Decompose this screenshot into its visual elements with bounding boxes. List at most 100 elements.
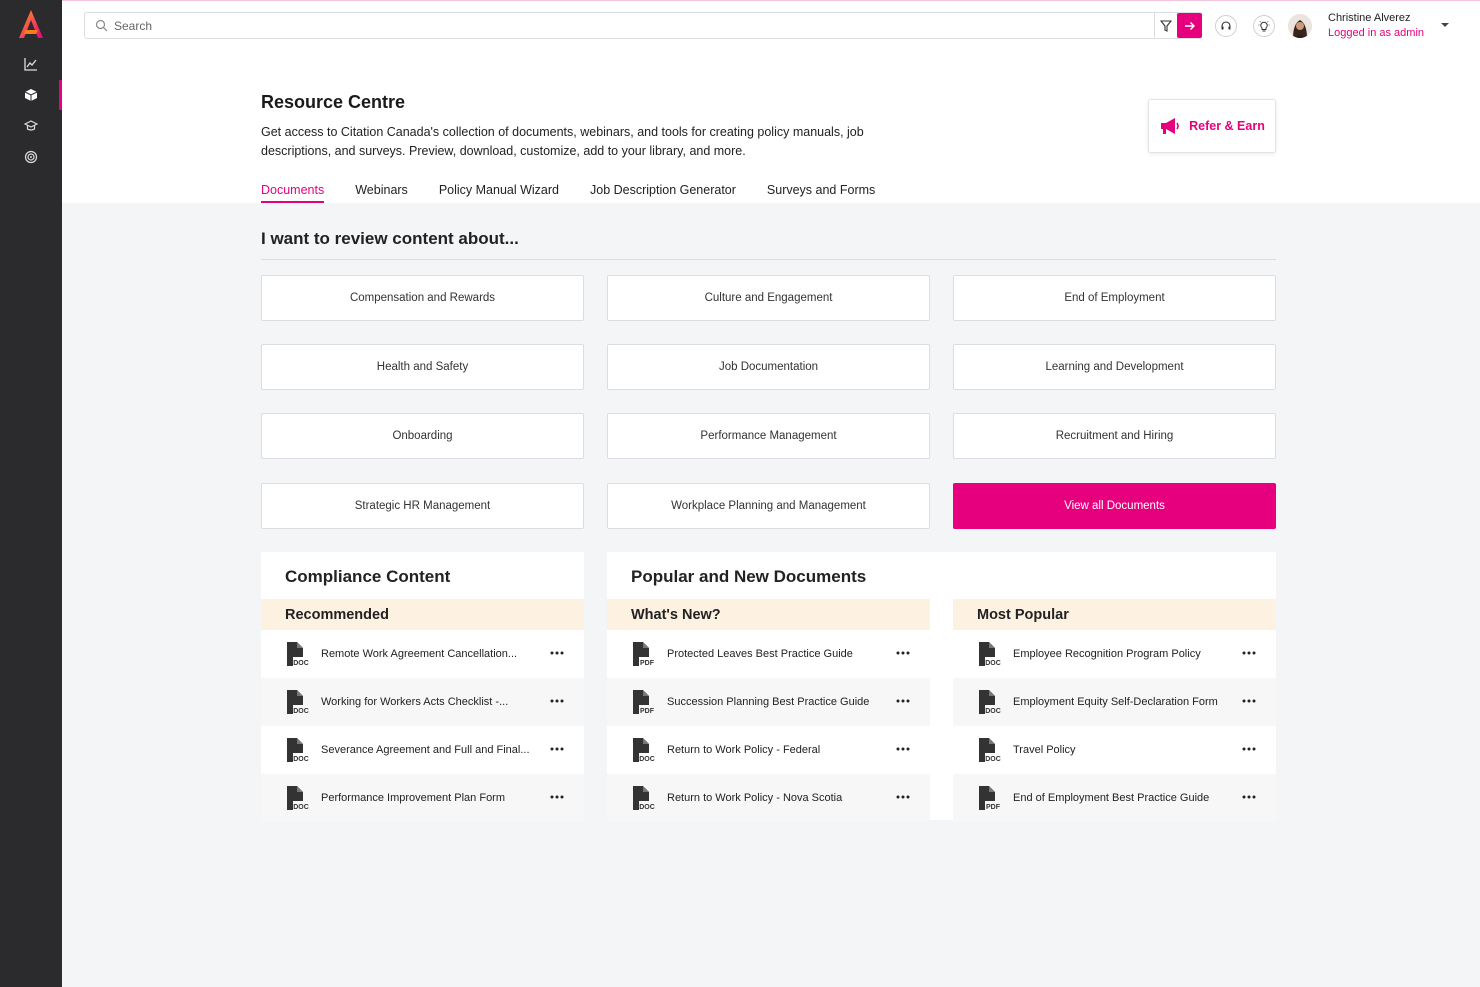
document-title: Return to Work Policy - Nova Scotia: [667, 792, 843, 804]
list-item[interactable]: DOC Employee Recognition Program Policy: [953, 630, 1276, 678]
doc-file-icon: DOC: [979, 690, 1001, 715]
list-item[interactable]: PDF Protected Leaves Best Practice Guide: [607, 630, 930, 678]
more-options-icon[interactable]: [550, 792, 564, 802]
category-button[interactable]: Performance Management: [607, 413, 930, 459]
chevron-down-icon[interactable]: [1440, 21, 1450, 29]
category-button[interactable]: Learning and Development: [953, 344, 1276, 390]
refer-earn-label: Refer & Earn: [1189, 119, 1265, 133]
more-options-icon[interactable]: [896, 744, 910, 754]
user-name: Christine Alverez: [1328, 12, 1411, 24]
category-button[interactable]: Onboarding: [261, 413, 584, 459]
list-item[interactable]: DOC Return to Work Policy - Nova Scotia: [607, 774, 930, 822]
document-title: Working for Workers Acts Checklist -...: [321, 696, 509, 708]
pdf-file-icon: PDF: [979, 786, 1001, 811]
sidebar-item-learning[interactable]: [0, 111, 62, 141]
document-title: Employee Recognition Program Policy: [1013, 648, 1201, 660]
page-header: Resource Centre Get access to Citation C…: [62, 49, 1480, 203]
doc-file-icon: DOC: [287, 738, 309, 763]
tab-surveys-and-forms[interactable]: Surveys and Forms: [767, 183, 875, 203]
popular-new-panel: Popular and New Documents What's New? Mo…: [607, 552, 1276, 822]
tab-job-description-generator[interactable]: Job Description Generator: [590, 183, 736, 203]
avatar[interactable]: [1288, 14, 1312, 38]
doc-file-icon: DOC: [633, 786, 655, 811]
search-input[interactable]: [114, 18, 1201, 33]
view-all-documents-button[interactable]: View all Documents: [953, 483, 1276, 529]
category-button[interactable]: Strategic HR Management: [261, 483, 584, 529]
list-item[interactable]: PDF End of Employment Best Practice Guid…: [953, 774, 1276, 822]
more-options-icon[interactable]: [1242, 792, 1256, 802]
svg-text:DOC: DOC: [293, 660, 309, 667]
box-icon: [24, 89, 38, 101]
headset-icon: [1221, 21, 1231, 30]
category-button[interactable]: Job Documentation: [607, 344, 930, 390]
document-title: Employment Equity Self-Declaration Form: [1013, 696, 1218, 708]
document-title: Performance Improvement Plan Form: [321, 792, 506, 804]
filter-icon: [1160, 19, 1172, 32]
chart-line-icon: [24, 58, 37, 71]
svg-text:DOC: DOC: [293, 708, 309, 715]
category-button[interactable]: Health and Safety: [261, 344, 584, 390]
svg-text:DOC: DOC: [985, 756, 1001, 763]
compliance-panel: Compliance Content Recommended DOC Remot…: [261, 552, 584, 822]
tab-webinars[interactable]: Webinars: [355, 183, 408, 203]
whats-new-subhead: What's New?: [607, 599, 930, 630]
svg-text:DOC: DOC: [985, 660, 1001, 667]
review-section-title: I want to review content about...: [261, 229, 519, 248]
svg-text:DOC: DOC: [293, 804, 309, 811]
document-title: Return to Work Policy - Federal: [667, 744, 821, 756]
doc-file-icon: DOC: [979, 642, 1001, 667]
more-options-icon[interactable]: [1242, 744, 1256, 754]
more-options-icon[interactable]: [1242, 648, 1256, 658]
top-bar: Christine Alverez Logged in as admin: [62, 0, 1480, 49]
tab-policy-manual-wizard[interactable]: Policy Manual Wizard: [439, 183, 559, 203]
doc-file-icon: DOC: [979, 738, 1001, 763]
document-title: Protected Leaves Best Practice Guide: [667, 648, 853, 660]
tab-bar: Documents Webinars Policy Manual Wizard …: [261, 183, 875, 203]
sidebar-item-analytics[interactable]: [0, 49, 62, 79]
megaphone-icon: [1161, 118, 1179, 134]
more-options-icon[interactable]: [1242, 696, 1256, 706]
category-button[interactable]: Recruitment and Hiring: [953, 413, 1276, 459]
tab-documents[interactable]: Documents: [261, 183, 325, 203]
list-item[interactable]: DOC Severance Agreement and Full and Fin…: [261, 726, 584, 774]
compliance-title: Compliance Content: [285, 567, 451, 586]
divider: [261, 259, 1276, 260]
category-button[interactable]: Culture and Engagement: [607, 275, 930, 321]
more-options-icon[interactable]: [896, 696, 910, 706]
category-button[interactable]: Workplace Planning and Management: [607, 483, 930, 529]
doc-file-icon: DOC: [633, 738, 655, 763]
list-item[interactable]: DOC Employment Equity Self-Declaration F…: [953, 678, 1276, 726]
support-button[interactable]: [1215, 15, 1237, 37]
svg-text:DOC: DOC: [639, 804, 655, 811]
category-button[interactable]: Compensation and Rewards: [261, 275, 584, 321]
list-item[interactable]: DOC Working for Workers Acts Checklist -…: [261, 678, 584, 726]
more-options-icon[interactable]: [550, 744, 564, 754]
refer-earn-button[interactable]: Refer & Earn: [1148, 99, 1276, 153]
document-title: Remote Work Agreement Cancellation...: [321, 648, 518, 660]
list-item[interactable]: DOC Performance Improvement Plan Form: [261, 774, 584, 822]
more-options-icon[interactable]: [550, 648, 564, 658]
list-item[interactable]: DOC Remote Work Agreement Cancellation..…: [261, 630, 584, 678]
user-role: Logged in as admin: [1328, 27, 1425, 39]
app-logo[interactable]: [16, 8, 46, 40]
more-options-icon[interactable]: [550, 696, 564, 706]
svg-text:PDF: PDF: [640, 708, 655, 715]
search-submit-button[interactable]: [1177, 13, 1202, 38]
ideas-button[interactable]: [1253, 15, 1275, 37]
category-button[interactable]: End of Employment: [953, 275, 1276, 321]
sidebar-item-resources[interactable]: [0, 80, 62, 110]
recommended-subhead: Recommended: [261, 599, 584, 630]
pdf-file-icon: PDF: [633, 690, 655, 715]
list-item[interactable]: PDF Succession Planning Best Practice Gu…: [607, 678, 930, 726]
sidebar-item-goals[interactable]: [0, 142, 62, 172]
more-options-icon[interactable]: [896, 792, 910, 802]
most-popular-subhead: Most Popular: [953, 599, 1276, 630]
list-item[interactable]: DOC Return to Work Policy - Federal: [607, 726, 930, 774]
doc-file-icon: DOC: [287, 690, 309, 715]
more-options-icon[interactable]: [896, 648, 910, 658]
arrow-right-icon: [1184, 21, 1195, 30]
list-item[interactable]: DOC Travel Policy: [953, 726, 1276, 774]
search-icon: [95, 19, 108, 32]
document-title: Succession Planning Best Practice Guide: [667, 696, 870, 708]
filter-button[interactable]: [1154, 12, 1177, 39]
